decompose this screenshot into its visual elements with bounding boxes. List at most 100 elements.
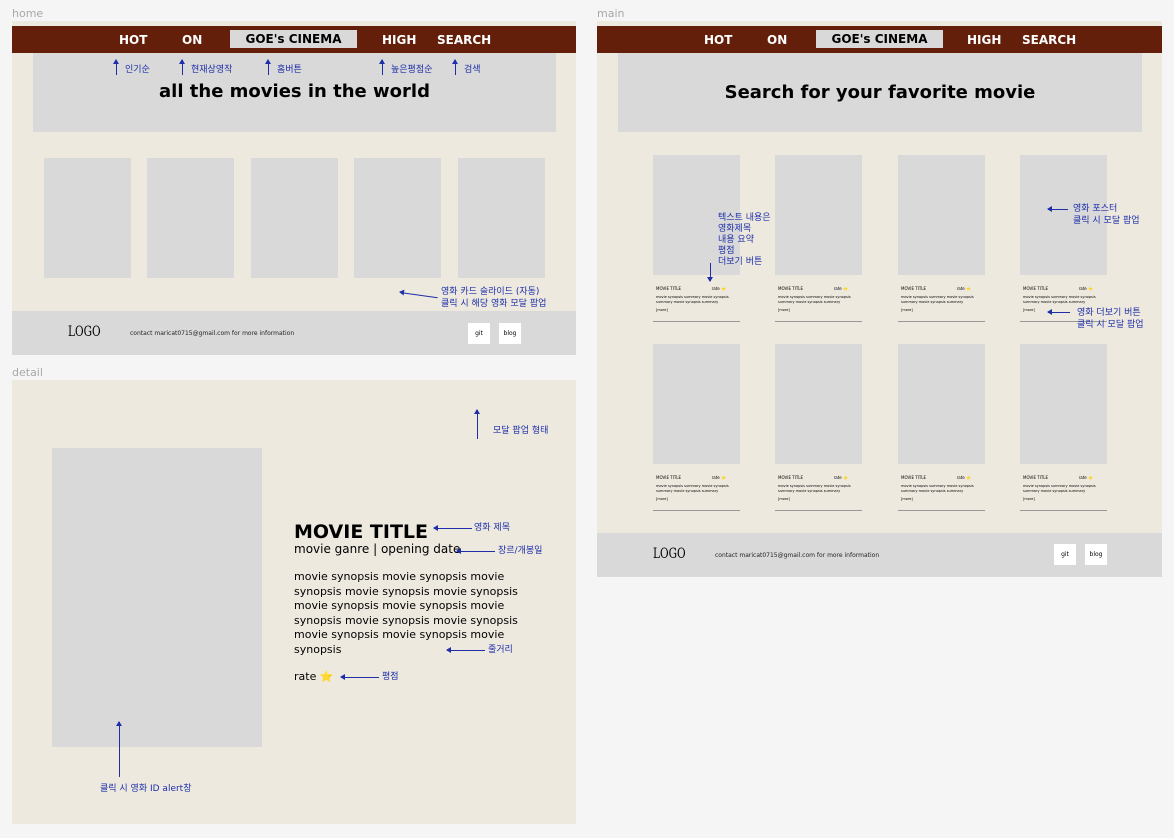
movie-card[interactable]: MOVIE TITLE rate ⭐ movie synopsis summar… bbox=[898, 344, 985, 511]
nav-high[interactable]: HIGH bbox=[967, 33, 1001, 47]
arrow-left-icon bbox=[340, 674, 379, 680]
nav-hot[interactable]: HOT bbox=[119, 33, 147, 47]
movie-card[interactable]: MOVIE TITLE rate ⭐ movie synopsis summar… bbox=[898, 155, 985, 322]
home-frame: HOT ON GOE's CINEMA HIGH SEARCH all the … bbox=[12, 21, 576, 355]
home-hero-title: all the movies in the world bbox=[159, 81, 430, 102]
ann-text-content-4: 더보기 버튼 bbox=[718, 257, 763, 267]
slider-card[interactable] bbox=[354, 158, 441, 278]
movie-card-summary: movie synopsis summary movie synopsis su… bbox=[656, 484, 729, 493]
ann-now-playing: 현재상영작 bbox=[191, 65, 233, 75]
card-divider bbox=[1020, 510, 1107, 511]
movie-card-title: MOVIE TITLE bbox=[1023, 286, 1049, 291]
nav-brand-home-button[interactable]: GOE's CINEMA bbox=[230, 30, 357, 48]
navbar: HOT ON GOE's CINEMA HIGH SEARCH bbox=[597, 26, 1162, 53]
movie-poster[interactable] bbox=[898, 344, 985, 464]
more-button[interactable]: [more] bbox=[656, 308, 668, 312]
slider-card[interactable] bbox=[44, 158, 131, 278]
more-button[interactable]: [more] bbox=[1023, 497, 1035, 501]
nav-on[interactable]: ON bbox=[767, 33, 787, 47]
more-button[interactable]: [more] bbox=[901, 308, 913, 312]
more-button[interactable]: [more] bbox=[656, 497, 668, 501]
arrow-left-icon bbox=[446, 647, 485, 653]
ann-popular: 인기순 bbox=[125, 65, 150, 75]
movie-card-rate: rate ⭐ bbox=[711, 286, 726, 291]
ann-rating: 평점 bbox=[382, 672, 399, 682]
slider-card[interactable] bbox=[251, 158, 338, 278]
movie-card-summary: movie synopsis summary movie synopsis su… bbox=[778, 295, 851, 304]
nav-search[interactable]: SEARCH bbox=[437, 33, 491, 47]
home-frame-label: home bbox=[12, 7, 44, 20]
detail-poster[interactable] bbox=[52, 448, 262, 747]
movie-card-rate: rate ⭐ bbox=[956, 286, 971, 291]
ann-text-content-3: 평점 bbox=[718, 246, 735, 256]
arrow-up-icon bbox=[379, 59, 385, 75]
main-frame: HOT ON GOE's CINEMA HIGH SEARCH Search f… bbox=[597, 21, 1162, 577]
movie-card[interactable]: MOVIE TITLE rate ⭐ movie synopsis summar… bbox=[1020, 344, 1107, 511]
movie-card[interactable]: MOVIE TITLE rate ⭐ movie synopsis summar… bbox=[775, 344, 862, 511]
git-button[interactable]: git bbox=[468, 323, 490, 344]
movie-card-title: MOVIE TITLE bbox=[656, 286, 682, 291]
more-button[interactable]: [more] bbox=[901, 497, 913, 501]
main-hero: Search for your favorite movie bbox=[618, 53, 1142, 132]
movie-poster[interactable] bbox=[775, 155, 862, 275]
git-button[interactable]: git bbox=[1054, 544, 1076, 565]
movie-card-rate: rate ⭐ bbox=[833, 286, 848, 291]
nav-brand-home-button[interactable]: GOE's CINEMA bbox=[816, 30, 943, 48]
ann-text-content-0: 텍스트 내용은 bbox=[718, 213, 771, 223]
more-button[interactable]: [more] bbox=[1023, 308, 1035, 312]
arrow-up-icon bbox=[113, 59, 119, 75]
nav-high[interactable]: HIGH bbox=[382, 33, 416, 47]
movie-card-summary: movie synopsis summary movie synopsis su… bbox=[1023, 484, 1096, 493]
movie-card[interactable]: MOVIE TITLE rate ⭐ movie synopsis summar… bbox=[653, 344, 740, 511]
movie-card-title: MOVIE TITLE bbox=[901, 475, 927, 480]
ann-title: 영화 제목 bbox=[474, 523, 510, 533]
movie-card-rate: rate ⭐ bbox=[1078, 475, 1093, 480]
slider-card[interactable] bbox=[147, 158, 234, 278]
arrow-up-icon bbox=[179, 59, 185, 75]
ann-plot: 줄거리 bbox=[488, 645, 513, 655]
movie-poster[interactable] bbox=[1020, 344, 1107, 464]
ann-more-line2: 클릭 시 모달 팝업 bbox=[1077, 320, 1144, 330]
arrow-up-icon bbox=[265, 59, 271, 75]
footer-logo: LOGO bbox=[653, 546, 686, 562]
movie-poster[interactable] bbox=[898, 155, 985, 275]
main-frame-label: main bbox=[597, 7, 625, 20]
ann-search: 검색 bbox=[464, 65, 481, 75]
more-button[interactable]: [more] bbox=[778, 308, 790, 312]
footer-contact: contact maricat0715@gmail.com for more i… bbox=[715, 552, 880, 559]
card-divider bbox=[775, 321, 862, 322]
ann-high-rating: 높은평점순 bbox=[391, 65, 433, 75]
ann-slide-line1: 영화 카드 슬라이드 (자동) bbox=[441, 287, 540, 297]
card-divider bbox=[653, 321, 740, 322]
slider-card[interactable] bbox=[458, 158, 545, 278]
movie-card-rate: rate ⭐ bbox=[956, 475, 971, 480]
more-button[interactable]: [more] bbox=[778, 497, 790, 501]
nav-search[interactable]: SEARCH bbox=[1022, 33, 1076, 47]
movie-card-summary: movie synopsis summary movie synopsis su… bbox=[901, 484, 974, 493]
home-footer: LOGO contact maricat0715@gmail.com for m… bbox=[12, 311, 576, 355]
ann-slide-line2: 클릭 시 해당 영화 모달 팝업 bbox=[441, 299, 547, 309]
arrow-left-icon bbox=[1047, 309, 1070, 315]
nav-hot[interactable]: HOT bbox=[704, 33, 732, 47]
blog-button[interactable]: blog bbox=[1085, 544, 1107, 565]
movie-card-rate: rate ⭐ bbox=[1078, 286, 1093, 291]
ann-poster-click: 클릭 시 영화 ID alert창 bbox=[100, 784, 192, 794]
arrow-left-icon bbox=[399, 292, 438, 299]
ann-home-button: 홈버튼 bbox=[277, 65, 302, 75]
movie-card[interactable]: MOVIE TITLE rate ⭐ movie synopsis summar… bbox=[775, 155, 862, 322]
main-hero-title: Search for your favorite movie bbox=[724, 82, 1036, 103]
movie-poster[interactable] bbox=[653, 344, 740, 464]
arrow-left-icon bbox=[433, 525, 472, 531]
ann-genre: 장르/개봉일 bbox=[498, 546, 543, 556]
nav-on[interactable]: ON bbox=[182, 33, 202, 47]
movie-poster[interactable] bbox=[775, 344, 862, 464]
ann-text-content-1: 영화제목 bbox=[718, 224, 752, 234]
ann-poster-line2: 클릭 시 모달 팝업 bbox=[1073, 216, 1140, 226]
detail-genre-date: movie ganre | opening date bbox=[294, 542, 461, 556]
arrow-left-icon bbox=[456, 548, 495, 554]
movie-card-summary: movie synopsis summary movie synopsis su… bbox=[1023, 295, 1096, 304]
blog-button[interactable]: blog bbox=[499, 323, 521, 344]
arrow-up-icon bbox=[116, 721, 122, 777]
detail-title: MOVIE TITLE bbox=[294, 521, 428, 543]
detail-frame-label: detail bbox=[12, 366, 43, 379]
